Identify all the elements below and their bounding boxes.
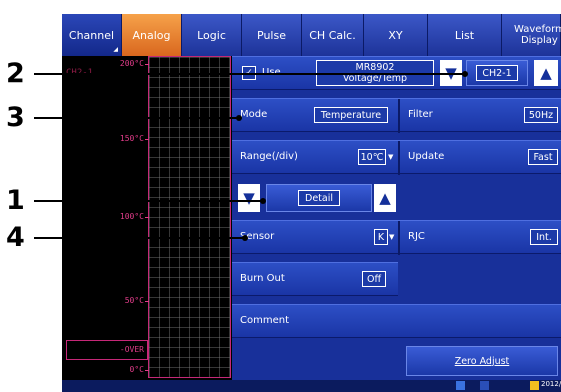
zero-adjust-button[interactable]: Zero Adjust (406, 346, 558, 376)
update-label: Update (408, 151, 445, 162)
burnout-select[interactable]: Off (362, 271, 386, 287)
status-icon (456, 381, 465, 390)
tab-label: Logic (197, 28, 226, 42)
callout-line (34, 117, 238, 119)
column-divider (398, 141, 400, 175)
column-divider (398, 221, 400, 255)
tick-label: 100°C (119, 212, 144, 221)
tab-label: Channel (68, 28, 115, 42)
callout-dot (242, 235, 248, 241)
mode-label: Mode (240, 109, 268, 120)
callout-dot (236, 115, 242, 121)
callout-3: 3 (6, 102, 25, 133)
settings-panel: ✓ Use MR8902 Voltage/Temp ▼ CH2-1 ▲ Mode… (232, 56, 561, 380)
callout-dot (462, 71, 468, 77)
tab-list[interactable]: List (428, 14, 502, 56)
triangle-up-icon: ▲ (379, 189, 391, 207)
burnout-label: Burn Out (240, 273, 285, 284)
range-row: Range(/div) 10℃ ▼ Update Fast (232, 140, 561, 175)
caret-icon: ◢ (113, 46, 118, 53)
mode-row: Mode Temperature Filter 50Hz (232, 98, 561, 133)
module-name: MR8902 (355, 62, 395, 73)
status-bar: 2012/0 (62, 380, 561, 392)
channel-value: CH2-1 (476, 65, 518, 81)
status-icon (480, 381, 489, 390)
channel-up-button[interactable]: ▲ (534, 60, 558, 86)
tab-label: Analog (132, 28, 171, 42)
tick-mark (145, 217, 149, 218)
tab-pulse[interactable]: Pulse (242, 14, 302, 56)
tick-mark (145, 64, 149, 65)
tick-mark (145, 301, 149, 302)
detail-next-button[interactable]: ▲ (374, 184, 396, 212)
tick-mark (145, 139, 149, 140)
waveform-graph: CH2-1 200°C 150°C 100°C 50°C -OVER 0°C (62, 56, 232, 380)
tab-analog[interactable]: Analog (122, 14, 182, 56)
mode-select[interactable]: Temperature (314, 107, 388, 123)
callout-line (34, 73, 464, 75)
detail-label: Detail (298, 190, 340, 206)
tick-label: 0°C (129, 365, 144, 374)
detail-prev-button[interactable]: ▼ (238, 184, 260, 212)
rjc-label: RJC (408, 231, 425, 242)
status-date: 2012/0 (541, 380, 561, 388)
tab-label: List (454, 28, 475, 42)
tick-label: 150°C (119, 134, 144, 143)
tab-label: CH Calc. (309, 28, 356, 42)
rjc-select[interactable]: Int. (530, 229, 558, 245)
callout-dot (260, 198, 266, 204)
dropdown-icon: ▼ (389, 233, 395, 241)
plot-area (148, 56, 231, 378)
clock-icon (530, 381, 539, 390)
tick-label: 50°C (124, 296, 144, 305)
tab-waveform-display[interactable]: Waveform Display (502, 14, 561, 56)
tick-mark (145, 370, 149, 371)
callout-4: 4 (6, 222, 25, 253)
range-label: Range(/div) (240, 151, 298, 162)
tab-channel[interactable]: Channel ◢ (62, 14, 122, 56)
tick-label: -OVER (119, 345, 144, 354)
burnout-row: Burn Out Off (232, 262, 398, 296)
tick-label: 200°C (119, 59, 144, 68)
zero-adjust-label: Zero Adjust (454, 355, 510, 367)
tab-logic[interactable]: Logic (182, 14, 242, 56)
comment-row[interactable]: Comment (232, 304, 561, 338)
callout-2: 2 (6, 58, 25, 89)
dropdown-icon: ▼ (388, 153, 394, 161)
triangle-up-icon: ▲ (540, 64, 552, 82)
callout-line (34, 237, 244, 239)
callout-1: 1 (6, 185, 25, 216)
callout-line (34, 200, 262, 202)
tab-label: Waveform Display (514, 24, 561, 46)
update-select[interactable]: Fast (528, 149, 558, 165)
tab-label: XY (388, 28, 403, 42)
column-divider (398, 99, 400, 133)
range-select[interactable]: 10℃ (358, 149, 386, 165)
tab-label: Pulse (257, 28, 286, 42)
sensor-row: Sensor K ▼ RJC Int. (232, 220, 561, 255)
tab-ch-calc[interactable]: CH Calc. (302, 14, 364, 56)
detail-button[interactable]: Detail (266, 184, 372, 212)
channel-button[interactable]: CH2-1 (466, 60, 528, 86)
app-screen: Channel ◢ Analog Logic Pulse CH Calc. XY … (62, 14, 561, 392)
sensor-select[interactable]: K (374, 229, 388, 245)
filter-label: Filter (408, 109, 433, 120)
triangle-down-icon: ▼ (243, 189, 255, 207)
filter-select[interactable]: 50Hz (524, 107, 558, 123)
comment-label: Comment (240, 315, 289, 326)
tab-xy[interactable]: XY (364, 14, 428, 56)
